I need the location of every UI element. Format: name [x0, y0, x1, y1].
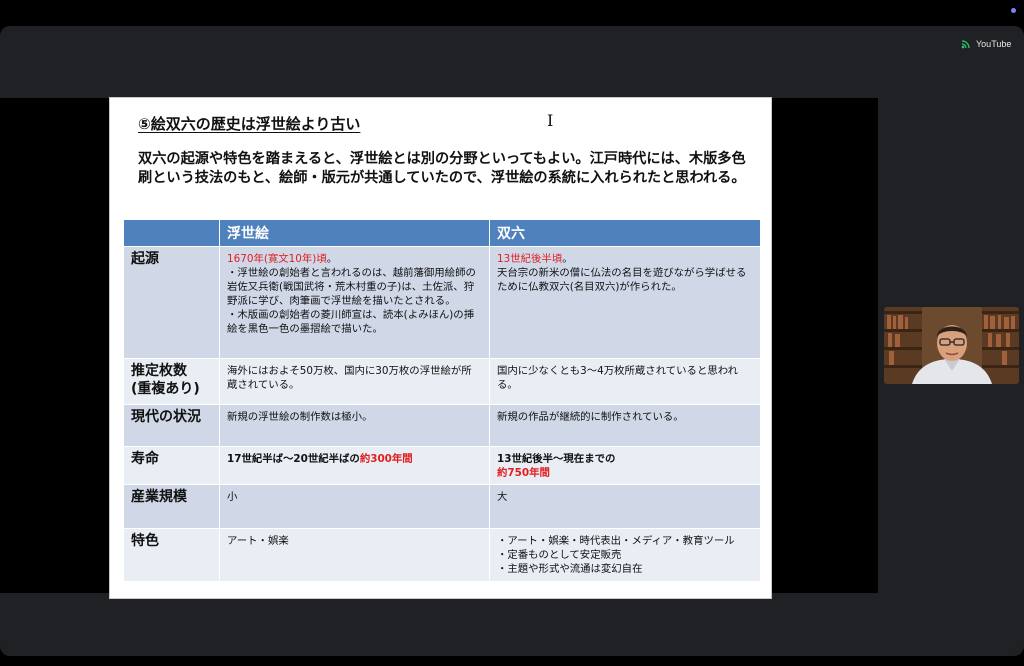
broadcast-icon — [961, 40, 970, 49]
speaker-video-thumbnail[interactable] — [884, 307, 1019, 384]
origin-sugoroku-date: 13世紀後半頃 — [497, 253, 563, 265]
youtube-label: YouTube — [976, 39, 1012, 49]
origin-ukiyoe-date: 1670年(寛文10年)頃 — [227, 253, 327, 265]
table-header-row: 浮世絵 双六 — [123, 220, 760, 247]
cell-scale-ukiyoe: 小 — [219, 484, 490, 529]
feature-sugoroku-line-1: ・アート・娯楽・時代表出・メディア・教育ツール — [497, 535, 735, 547]
origin-ukiyoe-date-suffix: 。 — [326, 253, 338, 265]
comparison-table: 浮世絵 双六 起源 1670年(寛文10年)頃。 ・浮世絵の創始者と言われるのは… — [123, 220, 760, 581]
feature-sugoroku-line-2: ・定番ものとして安定販売 — [497, 549, 622, 561]
row-label-scale: 産業規模 — [123, 484, 220, 529]
cell-origin-ukiyoe: 1670年(寛文10年)頃。 ・浮世絵の創始者と言われるのは、越前藩御用絵師の岩… — [219, 246, 490, 359]
youtube-live-indicator[interactable]: YouTube — [955, 35, 1019, 53]
table-row-count: 推定枚数 (重複あり) 海外にはおよそ50万枚、国内に30万枚の浮世絵が所蔵され… — [123, 358, 760, 405]
speaker-video-image — [884, 307, 1019, 384]
cell-feature-ukiyoe: アート・娯楽 — [219, 528, 490, 581]
cell-feature-sugoroku: ・アート・娯楽・時代表出・メディア・教育ツール ・定番ものとして安定販売 ・主題… — [489, 528, 760, 581]
cell-count-sugoroku: 国内に少なくとも3～4万枚所蔵されていると思われる。 — [489, 358, 760, 405]
row-label-count-line1: 推定枚数 — [131, 363, 187, 379]
text-cursor-icon: I — [547, 111, 554, 130]
table-row-current: 現代の状況 新規の浮世絵の制作数は極小。 新規の作品が継続的に制作されている。 — [123, 404, 760, 447]
row-label-feature: 特色 — [123, 528, 220, 581]
lifespan-sugoroku-highlight: 約750年間 — [497, 467, 550, 479]
feature-sugoroku-line-3: ・主題や形式や流通は変幻自在 — [497, 563, 643, 575]
origin-sugoroku-text: 天台宗の新米の僧に仏法の名目を遊びながら学ばせるために仏教双六(名目双六)が作ら… — [497, 267, 747, 293]
cell-count-ukiyoe: 海外にはおよそ50万枚、国内に30万枚の浮世絵が所蔵されている。 — [219, 358, 490, 405]
row-label-current: 現代の状況 — [123, 404, 220, 447]
cell-current-sugoroku: 新規の作品が継続的に制作されている。 — [489, 404, 760, 447]
slide-intro: 双六の起源や特色を踏まえると、浮世絵とは別の分野といってもよい。江戸時代には、木… — [138, 151, 746, 186]
table-row-scale: 産業規模 小 大 — [123, 484, 760, 529]
lifespan-sugoroku-prefix: 13世紀後半～現在までの — [497, 453, 616, 465]
origin-sugoroku-date-suffix: 。 — [562, 253, 573, 265]
origin-ukiyoe-line-2: ・木版画の創始者の菱川師宣は、読本(よみほん)の挿絵を黒色一色の墨摺絵で描いた。 — [227, 309, 475, 335]
header-empty — [123, 220, 220, 247]
cell-lifespan-ukiyoe: 17世紀半ば～20世紀半ばの約300年間 — [219, 446, 490, 485]
presentation-slide: ⑤絵双六の歴史は浮世絵より古い 双六の起源や特色を踏まえると、浮世絵とは別の分野… — [110, 98, 771, 598]
row-label-lifespan: 寿命 — [123, 446, 220, 485]
header-ukiyoe: 浮世絵 — [219, 220, 490, 247]
row-label-count: 推定枚数 (重複あり) — [123, 358, 220, 405]
header-sugoroku: 双六 — [489, 220, 760, 247]
table-row-feature: 特色 アート・娯楽 ・アート・娯楽・時代表出・メディア・教育ツール ・定番ものと… — [123, 528, 760, 581]
slide-title: ⑤絵双六の歴史は浮世絵より古い — [138, 115, 361, 133]
lifespan-ukiyoe-highlight: 約300年間 — [359, 453, 413, 465]
origin-ukiyoe-line-1: ・浮世絵の創始者と言われるのは、越前藩御用絵師の岩佐又兵衛(戦国武将・荒木村重の… — [227, 267, 476, 307]
status-dot — [1011, 8, 1016, 13]
cell-origin-sugoroku: 13世紀後半頃。 天台宗の新米の僧に仏法の名目を遊びながら学ばせるために仏教双六… — [489, 246, 760, 359]
cell-lifespan-sugoroku: 13世紀後半～現在までの 約750年間 — [489, 446, 760, 485]
table-row-origin: 起源 1670年(寛文10年)頃。 ・浮世絵の創始者と言われるのは、越前藩御用絵… — [123, 246, 760, 359]
row-label-origin: 起源 — [123, 246, 220, 359]
cell-scale-sugoroku: 大 — [489, 484, 760, 529]
table-row-lifespan: 寿命 17世紀半ば～20世紀半ばの約300年間 13世紀後半～現在までの 約75… — [123, 446, 760, 485]
cell-current-ukiyoe: 新規の浮世絵の制作数は極小。 — [219, 404, 490, 447]
lifespan-ukiyoe-prefix: 17世紀半ば～20世紀半ばの — [227, 453, 360, 465]
row-label-count-line2: (重複あり) — [131, 381, 200, 397]
